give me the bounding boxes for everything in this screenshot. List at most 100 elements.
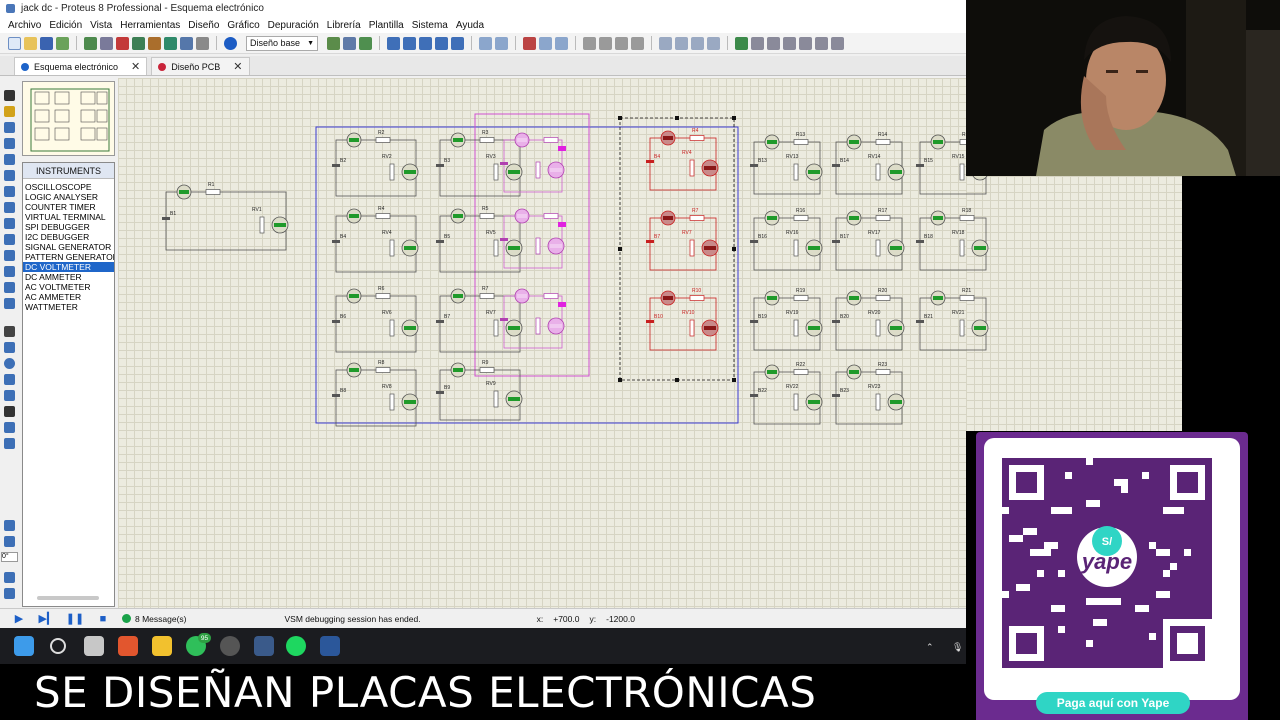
menu-diseno[interactable]: Diseño (184, 20, 223, 31)
microphone-icon[interactable]: 🎙 (952, 642, 963, 653)
spotify-icon[interactable] (286, 636, 306, 656)
menu-herramientas[interactable]: Herramientas (116, 20, 184, 31)
mirror-y-icon[interactable] (4, 588, 15, 599)
text-tool-icon[interactable] (4, 406, 15, 417)
package-tool-icon[interactable] (691, 36, 704, 50)
symbol-tool-icon[interactable] (4, 422, 15, 433)
yape-pay-button[interactable]: Paga aquí con Yape (1036, 692, 1190, 714)
zoom-all-icon[interactable] (435, 36, 448, 50)
block-rotate-icon[interactable] (615, 36, 628, 50)
wire-autorouter-icon[interactable] (735, 36, 748, 50)
menu-archivo[interactable]: Archivo (4, 20, 45, 31)
search-tag-icon[interactable] (751, 36, 764, 50)
undo-icon[interactable] (479, 36, 492, 50)
file-explorer-icon[interactable] (152, 636, 172, 656)
schematic-icon[interactable] (100, 36, 113, 50)
help-icon[interactable] (224, 36, 237, 50)
instrument-pattern-generator[interactable]: PATTERN GENERATOR (23, 252, 114, 262)
device-pins-icon[interactable] (4, 218, 15, 229)
box-tool-icon[interactable] (4, 342, 15, 353)
message-indicator[interactable]: 8 Message(s) (122, 614, 187, 624)
3d-view-icon[interactable] (148, 36, 161, 50)
new-file-icon[interactable] (8, 36, 21, 50)
paste-icon[interactable] (555, 36, 568, 50)
pick-device-icon[interactable] (659, 36, 672, 50)
search-icon[interactable] (50, 638, 66, 654)
text-script-icon[interactable] (4, 154, 15, 165)
save-all-icon[interactable] (56, 36, 69, 50)
windows-start-icon[interactable] (14, 636, 34, 656)
instrument-logic-analyser[interactable]: LOGIC ANALYSER (23, 192, 114, 202)
close-icon[interactable]: ✕ (233, 60, 242, 73)
menu-plantilla[interactable]: Plantilla (365, 20, 408, 31)
instrument-dc-voltmeter[interactable]: DC VOLTMETER (23, 262, 114, 272)
instrument-ac-voltmeter[interactable]: AC VOLTMETER (23, 282, 114, 292)
selection-mode-icon[interactable] (4, 90, 15, 101)
marker-tool-icon[interactable] (4, 438, 15, 449)
block-copy-icon[interactable] (583, 36, 596, 50)
generator-icon[interactable] (4, 266, 15, 277)
menu-vista[interactable]: Vista (86, 20, 116, 31)
arc-tool-icon[interactable] (4, 374, 15, 385)
instrument-spi-debugger[interactable]: SPI DEBUGGER (23, 222, 114, 232)
cut-icon[interactable] (523, 36, 536, 50)
circle-tool-icon[interactable] (4, 358, 15, 369)
open-folder-icon[interactable] (24, 36, 37, 50)
property-tool-icon[interactable] (767, 36, 780, 50)
menu-libreria[interactable]: Librería (323, 20, 365, 31)
menu-sistema[interactable]: Sistema (408, 20, 452, 31)
tray-chevron-icon[interactable]: ⌃ (926, 642, 934, 653)
subcircuit-icon[interactable] (4, 186, 15, 197)
grid-icon[interactable] (343, 36, 356, 50)
save-icon[interactable] (40, 36, 53, 50)
play-icon[interactable]: ▶ (12, 612, 26, 626)
word-icon[interactable] (320, 636, 340, 656)
instrument-i2c-debugger[interactable]: I2C DEBUGGER (23, 232, 114, 242)
block-move-icon[interactable] (599, 36, 612, 50)
brave-browser-icon[interactable] (118, 636, 138, 656)
notes-icon[interactable] (196, 36, 209, 50)
instrument-wattmeter[interactable]: WATTMETER (23, 302, 114, 312)
refresh-icon[interactable] (327, 36, 340, 50)
stop-icon[interactable]: ■ (96, 612, 110, 626)
rotation-field[interactable]: 0° (1, 552, 18, 562)
junction-dot-icon[interactable] (4, 122, 15, 133)
variant-select[interactable]: Diseño base ▼ (246, 35, 318, 51)
component-icon[interactable] (116, 36, 129, 50)
rotate-cw-icon[interactable] (4, 520, 15, 531)
chrome-icon[interactable] (220, 636, 240, 656)
proteus-taskbar-icon[interactable] (254, 636, 274, 656)
home-icon[interactable] (84, 36, 97, 50)
mirror-x-icon[interactable] (4, 572, 15, 583)
zoom-out-icon[interactable] (419, 36, 432, 50)
line-tool-icon[interactable] (4, 326, 15, 337)
copy-icon[interactable] (539, 36, 552, 50)
menu-depuracion[interactable]: Depuración (264, 20, 323, 31)
gerber-icon[interactable] (164, 36, 177, 50)
zoom-in-icon[interactable] (403, 36, 416, 50)
pause-icon[interactable]: ❚❚ (66, 612, 84, 626)
close-icon[interactable]: ✕ (131, 60, 140, 73)
wire-label-icon[interactable] (4, 138, 15, 149)
voltage-probe-icon[interactable] (4, 282, 15, 293)
instrument-ac-ammeter[interactable]: AC AMMETER (23, 292, 114, 302)
pcb-icon[interactable] (132, 36, 145, 50)
decompose-icon[interactable] (707, 36, 720, 50)
horizontal-scrollbar[interactable] (37, 596, 99, 600)
menu-ayuda[interactable]: Ayuda (452, 20, 488, 31)
graph-icon[interactable] (4, 234, 15, 245)
instrument-signal-generator[interactable]: SIGNAL GENERATOR (23, 242, 114, 252)
task-view-icon[interactable] (84, 636, 104, 656)
tab-pcb[interactable]: Diseño PCB ✕ (151, 57, 250, 75)
redo-icon[interactable] (495, 36, 508, 50)
origin-icon[interactable] (359, 36, 372, 50)
remove-sheet-icon[interactable] (799, 36, 812, 50)
exit-parent-icon[interactable] (815, 36, 828, 50)
terminals-icon[interactable] (4, 202, 15, 213)
instrument-virtual-terminal[interactable]: VIRTUAL TERMINAL (23, 212, 114, 222)
pan-icon[interactable] (387, 36, 400, 50)
component-mode-icon[interactable] (4, 106, 15, 117)
menu-edicion[interactable]: Edición (45, 20, 86, 31)
netlist-icon[interactable] (831, 36, 844, 50)
block-delete-icon[interactable] (631, 36, 644, 50)
